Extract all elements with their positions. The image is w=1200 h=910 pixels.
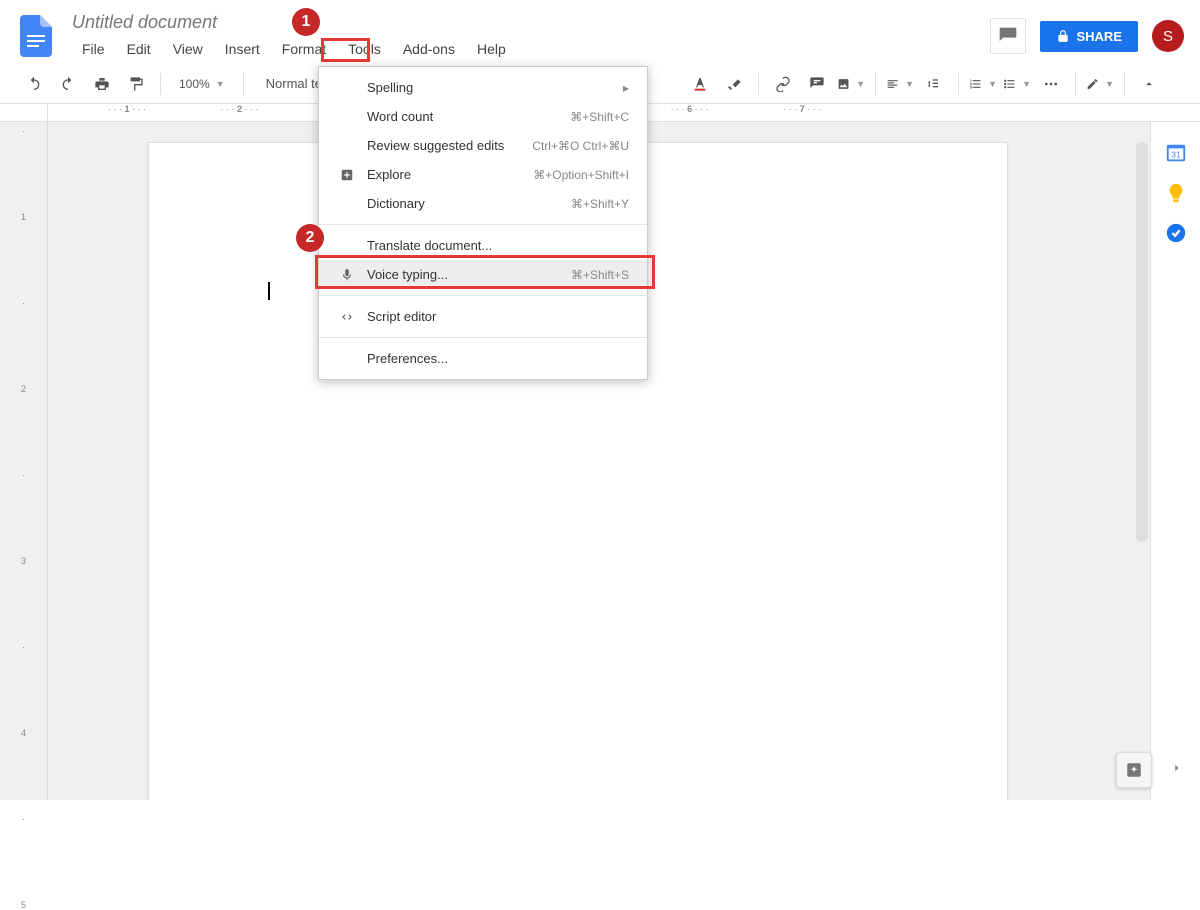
- menu-spelling[interactable]: Spelling ▸: [319, 73, 647, 102]
- separator: [1124, 73, 1125, 95]
- annotation-box-tools: [321, 38, 370, 62]
- menu-addons[interactable]: Add-ons: [393, 37, 465, 61]
- menu-review-suggested[interactable]: Review suggested edits Ctrl+⌘O Ctrl+⌘U: [319, 131, 647, 160]
- numbered-list-button[interactable]: ▼: [969, 70, 997, 98]
- document-title[interactable]: Untitled document: [72, 12, 990, 33]
- chevron-down-icon: ▼: [216, 79, 225, 89]
- insert-comment-button[interactable]: [803, 70, 831, 98]
- editing-mode-button[interactable]: ▼: [1086, 70, 1114, 98]
- explore-fab[interactable]: [1116, 752, 1152, 788]
- explore-icon: [337, 168, 357, 182]
- separator: [758, 73, 759, 95]
- ruler-corner: [0, 104, 48, 121]
- menu-divider: [319, 295, 647, 296]
- chevron-down-icon: ▼: [1105, 79, 1114, 89]
- separator: [243, 73, 244, 95]
- comments-button[interactable]: [990, 18, 1026, 54]
- paint-format-button[interactable]: [122, 70, 150, 98]
- share-button[interactable]: SHARE: [1040, 21, 1138, 52]
- submenu-arrow-icon: ▸: [623, 81, 629, 95]
- vertical-scrollbar[interactable]: [1136, 142, 1148, 542]
- side-panel: 31: [1150, 122, 1200, 800]
- menu-explore[interactable]: Explore ⌘+Option+Shift+I: [319, 160, 647, 189]
- bulleted-list-button[interactable]: ▼: [1003, 70, 1031, 98]
- align-button[interactable]: ▼: [886, 70, 914, 98]
- calendar-app-icon[interactable]: 31: [1165, 142, 1187, 164]
- separator: [875, 73, 876, 95]
- svg-text:31: 31: [1171, 151, 1181, 160]
- vertical-ruler[interactable]: ·1·2·3·4·5: [0, 122, 48, 800]
- avatar[interactable]: S: [1152, 20, 1184, 52]
- menu-script-editor[interactable]: Script editor: [319, 302, 647, 331]
- separator: [1075, 73, 1076, 95]
- zoom-select[interactable]: 100%▼: [171, 77, 233, 91]
- menu-word-count[interactable]: Word count ⌘+Shift+C: [319, 102, 647, 131]
- menu-file[interactable]: File: [72, 37, 115, 61]
- bottom-actions: [1116, 752, 1188, 788]
- chevron-down-icon: ▼: [1022, 79, 1031, 89]
- text-color-button[interactable]: [686, 70, 714, 98]
- lock-icon: [1056, 29, 1070, 43]
- hide-menus-button[interactable]: [1135, 70, 1163, 98]
- undo-button[interactable]: [20, 70, 48, 98]
- menu-insert[interactable]: Insert: [215, 37, 270, 61]
- show-side-panel-button[interactable]: [1170, 761, 1188, 779]
- menu-divider: [319, 224, 647, 225]
- chevron-down-icon: ▼: [905, 79, 914, 89]
- tools-menu: Spelling ▸ Word count ⌘+Shift+C Review s…: [318, 66, 648, 380]
- annotation-box-voice: [315, 255, 655, 289]
- header-right: SHARE S: [990, 18, 1184, 54]
- menu-preferences[interactable]: Preferences...: [319, 344, 647, 373]
- redo-button[interactable]: [54, 70, 82, 98]
- menubar: File Edit View Insert Format Tools Add-o…: [72, 37, 990, 61]
- menu-dictionary[interactable]: Dictionary ⌘+Shift+Y: [319, 189, 647, 218]
- insert-link-button[interactable]: [769, 70, 797, 98]
- keep-app-icon[interactable]: [1165, 182, 1187, 204]
- header: Untitled document File Edit View Insert …: [0, 0, 1200, 64]
- separator: [160, 73, 161, 95]
- text-cursor: [268, 282, 270, 300]
- menu-view[interactable]: View: [163, 37, 213, 61]
- separator: [958, 73, 959, 95]
- chevron-down-icon: ▼: [988, 79, 997, 89]
- menu-divider: [319, 337, 647, 338]
- share-label: SHARE: [1076, 29, 1122, 44]
- docs-logo-icon[interactable]: [16, 12, 56, 60]
- highlight-button[interactable]: [720, 70, 748, 98]
- print-button[interactable]: [88, 70, 116, 98]
- line-spacing-button[interactable]: [920, 70, 948, 98]
- title-area: Untitled document File Edit View Insert …: [72, 12, 990, 61]
- annotation-marker-2: 2: [296, 224, 324, 252]
- chevron-down-icon: ▼: [856, 79, 865, 89]
- menu-help[interactable]: Help: [467, 37, 516, 61]
- code-icon: [337, 310, 357, 324]
- insert-image-button[interactable]: ▼: [837, 70, 865, 98]
- annotation-marker-1: 1: [292, 8, 320, 36]
- more-button[interactable]: [1037, 70, 1065, 98]
- tasks-app-icon[interactable]: [1165, 222, 1187, 244]
- menu-edit[interactable]: Edit: [117, 37, 161, 61]
